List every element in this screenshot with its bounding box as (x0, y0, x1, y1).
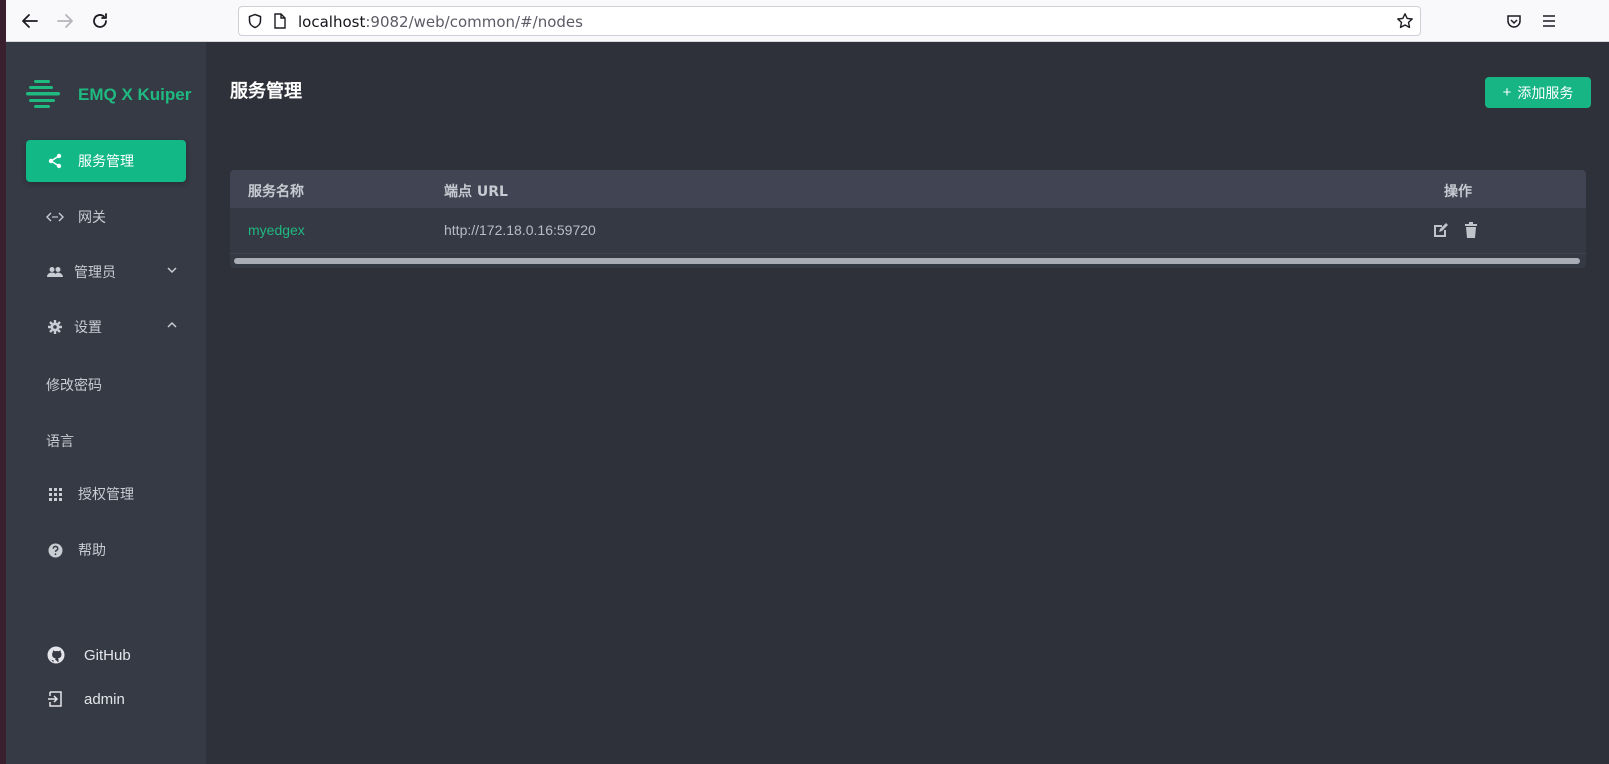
plus-icon: + (1502, 84, 1512, 101)
horizontal-scrollbar[interactable] (234, 258, 1580, 264)
sidebar-item-label: 设置 (74, 320, 102, 336)
github-icon (46, 645, 66, 665)
kuiper-logo-icon (26, 80, 60, 108)
share-icon (46, 152, 64, 170)
services-table: 服务名称 端点 URL 操作 myedgex http://172.18.0.1… (230, 170, 1586, 268)
pocket-icon (1507, 15, 1521, 28)
user-label: admin (84, 690, 125, 708)
sidebar-item-service-management[interactable]: 服务管理 (26, 140, 186, 182)
reload-icon (93, 13, 107, 28)
edit-icon[interactable] (1432, 221, 1450, 239)
sidebar-item-help[interactable]: 帮助 (26, 529, 186, 571)
delete-icon[interactable] (1462, 221, 1480, 239)
shield-icon[interactable] (247, 13, 263, 29)
browser-toolbar: localhost:9082/web/common/#/nodes (6, 0, 1609, 42)
table-header: 服务名称 端点 URL 操作 (230, 170, 1586, 208)
forward-button[interactable] (51, 7, 79, 35)
page-title: 服务管理 (230, 81, 302, 102)
chevron-up-icon (167, 321, 177, 328)
sidebar-item-label: 服务管理 (78, 154, 134, 170)
service-name-link[interactable]: myedgex (248, 222, 305, 238)
github-label: GitHub (84, 646, 131, 664)
logout-icon (46, 689, 66, 709)
main-content: 服务管理 + 添加服务 服务名称 端点 URL 操作 myedgex http:… (206, 42, 1609, 764)
table-row: myedgex http://172.18.0.16:59720 (230, 208, 1586, 254)
add-service-button[interactable]: + 添加服务 (1485, 77, 1591, 108)
bookmark-star-icon[interactable] (1396, 12, 1414, 30)
column-header-name: 服务名称 (248, 184, 304, 200)
arrow-left-icon (22, 14, 38, 28)
app-menu-button[interactable] (1535, 7, 1563, 35)
arrow-right-icon (57, 14, 73, 28)
page-icon[interactable] (273, 13, 287, 29)
sidebar-item-label: 授权管理 (78, 487, 134, 503)
hamburger-menu-icon (1543, 15, 1555, 27)
gear-icon (46, 318, 64, 336)
address-bar[interactable]: localhost:9082/web/common/#/nodes (238, 6, 1421, 36)
github-link[interactable]: GitHub (46, 645, 131, 665)
settings-language[interactable]: 语言 (46, 431, 74, 451)
reload-button[interactable] (86, 7, 114, 35)
users-icon (46, 263, 64, 281)
back-button[interactable] (16, 7, 44, 35)
code-arrows-icon (46, 208, 64, 226)
sidebar-item-license[interactable]: 授权管理 (26, 473, 186, 515)
column-header-url: 端点 URL (444, 184, 508, 200)
sidebar-item-settings[interactable]: 设置 (26, 306, 186, 348)
settings-change-password[interactable]: 修改密码 (46, 375, 102, 395)
sidebar-item-label: 网关 (78, 210, 106, 226)
url-text[interactable]: localhost:9082/web/common/#/nodes (298, 13, 583, 31)
sidebar-item-label: 管理员 (74, 265, 116, 281)
help-icon (46, 541, 64, 559)
sidebar: EMQ X Kuiper 服务管理 网关 管理员 设置 修改密码 语言 授权管理 (6, 42, 206, 764)
sidebar-item-gateway[interactable]: 网关 (26, 196, 186, 238)
logo-text: EMQ X Kuiper (78, 85, 192, 104)
pocket-button[interactable] (1500, 7, 1528, 35)
url-path: :9082/web/common/#/nodes (365, 13, 583, 31)
user-logout-link[interactable]: admin (46, 689, 125, 709)
sidebar-item-admins[interactable]: 管理员 (26, 251, 186, 293)
sidebar-item-label: 帮助 (78, 543, 106, 559)
column-header-actions: 操作 (1444, 184, 1472, 200)
grid-icon (46, 485, 64, 503)
add-service-label: 添加服务 (1517, 84, 1574, 101)
service-url: http://172.18.0.16:59720 (444, 222, 596, 238)
logo: EMQ X Kuiper (26, 80, 191, 110)
chevron-down-icon (167, 267, 177, 274)
url-host: localhost (298, 13, 366, 31)
